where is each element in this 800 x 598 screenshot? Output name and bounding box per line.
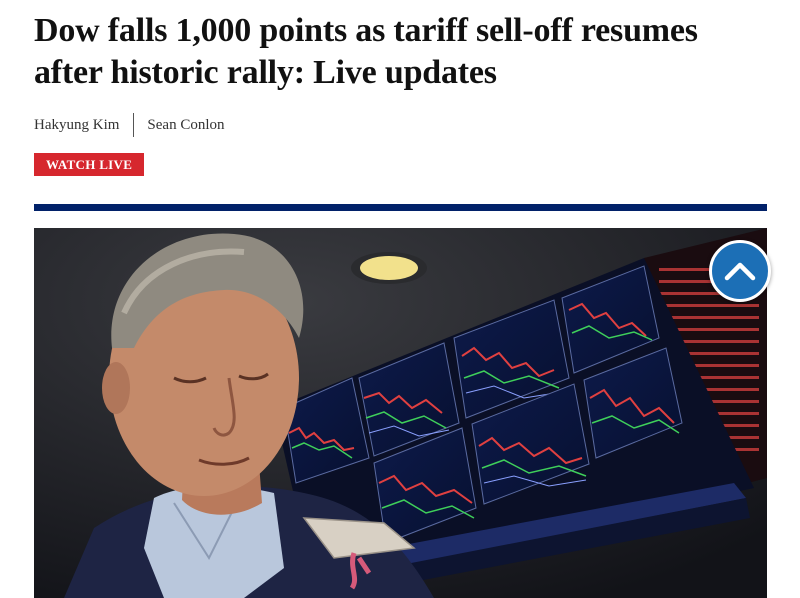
hero-photo — [34, 228, 767, 598]
chevron-up-icon — [724, 262, 756, 281]
trader-photo — [34, 228, 767, 598]
author-link-hakyung-kim[interactable]: Hakyung Kim — [34, 117, 119, 134]
byline-divider — [133, 113, 135, 137]
section-divider — [34, 204, 767, 211]
scroll-to-top-button[interactable] — [709, 240, 771, 302]
author-link-sean-conlon[interactable]: Sean Conlon — [147, 117, 224, 134]
article-headline: Dow falls 1,000 points as tariff sell-of… — [34, 12, 698, 91]
byline: Hakyung Kim Sean Conlon — [34, 113, 225, 137]
watch-live-button[interactable]: WATCH LIVE — [34, 153, 145, 176]
